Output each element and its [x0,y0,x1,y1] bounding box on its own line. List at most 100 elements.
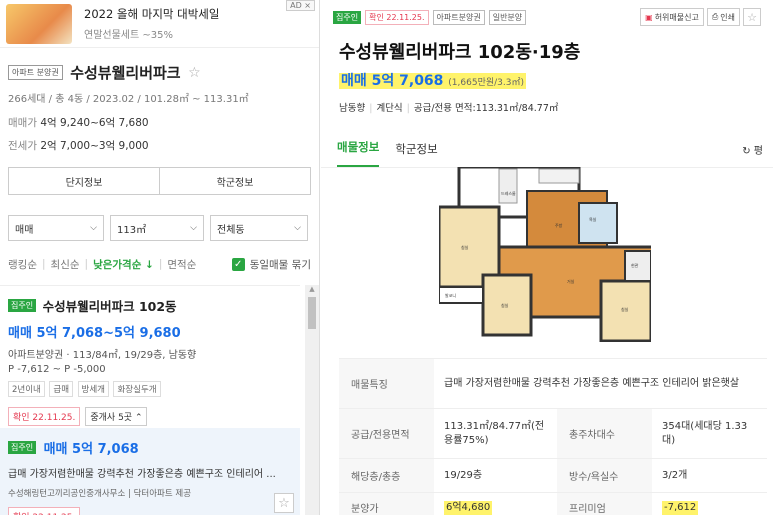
complex-info-button[interactable]: 단지정보 [9,168,159,194]
jeonse-price-range: 전세가 2억 7,000~3억 9,000 [8,138,311,153]
chip: 2년이내 [8,381,45,397]
sort-area[interactable]: 면적순 [167,257,196,272]
table-label: 공급/전용면적 [339,409,434,458]
agents-toggle-button[interactable]: 중개사 5곳 ⌃ [85,407,148,426]
chip: 화장실두개 [113,381,161,397]
room-label: 욕실 [589,216,597,222]
room-label: 발코니 [445,292,456,298]
favorite-star-icon[interactable]: ☆ [743,8,761,26]
listing-confirm-row: 확인 22.11.25. 중개사 5곳 ⌃ [8,407,292,426]
room-label: 침실 [461,244,469,250]
type-tag: 아파트분양권 [432,9,485,25]
listing-panel: 2022 올해 마지막 대박세일 연말선물세트 ~35% AD × 아파트 분양… [0,0,320,515]
scrollbar-thumb[interactable] [308,297,316,329]
table-row: 매물특징 급매 가장저렴한매물 강력추천 가장좋은층 예쁜구조 인테리어 밝은햇… [339,358,767,408]
school-info-button[interactable]: 학군정보 [159,168,310,194]
direction: 남동향 [339,103,366,114]
print-label: 인쇄 [720,12,735,22]
chip: 방세개 [77,381,109,397]
area-select[interactable]: 113㎡ ⌵ [110,215,204,241]
sale-price-value: 4억 9,240~6억 7,680 [40,117,149,129]
listing-item-selected[interactable]: 집주인 매매 5억 7,068 급매 가장저렴한매물 강력추천 가장좋은층 예쁜… [0,428,300,515]
area-info: 공급/전용 면적:113.31㎡/84.77㎡ [413,103,559,114]
divider: | [369,103,373,114]
unit-toggle-button[interactable]: ↻ 평 [742,142,763,157]
table-value: 급매 가장저렴한매물 강력추천 가장좋은층 예쁜구조 인테리어 밝은햇살 [444,377,740,389]
sort-latest[interactable]: 최신순 [51,257,80,272]
area-value: 113㎡ [117,224,147,236]
listing-description: 급매 가장저렴한매물 강력추천 가장좋은층 예쁜구조 인테리어 ... [8,469,276,480]
chip: 급매 [49,381,74,397]
table-row: 해당층/총층 19/29층 방수/욕실수 3/2개 [339,458,767,492]
siren-icon: ▣ [645,12,653,22]
listing-source: 수성해링턴고끼리공인중개사무소 | 닥터아파트 제공 [8,489,192,499]
detail-title: 수성뷰웰리버파크 102동·19층 [339,42,581,63]
room-label: 주방 [555,222,563,228]
detail-price: 매매 5억 7,068 (1,665만원/3.3㎡) [321,64,773,90]
report-button[interactable]: ▣ 허위매물신고 [640,8,704,26]
listing-title: 수성뷰웰리버파크 102동 [42,299,177,314]
favorite-star-icon[interactable]: ☆ [274,493,294,513]
tab-listing-info[interactable]: 매물정보 [337,139,380,167]
complex-buttons: 단지정보 학군정보 [8,167,311,195]
floor-plan-image[interactable]: 드레스룸 욕실 침실 주방 거실 발코니 침실 침실 현관 [439,167,651,342]
stair-type: 계단식 [376,103,403,114]
detail-actions: ▣ 허위매물신고 ⎙ 인쇄 ☆ [640,8,761,26]
trade-type-value: 매매 [15,224,34,236]
sort-low-price[interactable]: 낮은가격순 ↓ [93,257,154,272]
owner-badge: 집주인 [8,299,37,312]
checkbox-icon[interactable]: ✓ [231,257,245,271]
dong-value: 전체동 [217,224,245,236]
sale-price-range: 매매가 4억 9,240~6억 7,680 [8,115,311,130]
table-value: 19/29층 [444,469,483,481]
complex-summary: 아파트 분양권 수성뷰웰리버파크 ☆ 266세대 / 총 4동 / 2023.0… [0,48,319,153]
ad-subtitle[interactable]: 연말선물세트 ~35% [84,26,219,41]
room-label: 거실 [567,278,575,284]
listing-price: 매매 5억 7,068 [43,442,139,457]
scroll-up-icon[interactable]: ▲ [305,285,319,297]
room-label: 침실 [621,306,629,312]
detail-price-value: 매매 5억 7,068 [341,73,444,89]
tab-school-info[interactable]: 학군정보 [395,141,437,167]
ad-close-badge[interactable]: AD × [286,0,315,11]
divider: | [406,103,410,114]
type-tag: 일반분양 [488,9,527,25]
chevron-down-icon: ⌵ [294,223,301,233]
listing-info-table: 매물특징 급매 가장저렴한매물 강력추천 가장좋은층 예쁜구조 인테리어 밝은햇… [339,358,767,515]
listing-detail: 아파트분양권 · 113/84㎡, 19/29층, 남동향 [8,350,197,361]
complex-info: 266세대 / 총 4동 / 2023.02 / 101.28㎡ ~ 113.3… [8,94,249,105]
print-icon: ⎙ [711,12,719,21]
confirm-date-badge: 확인 22.11.25. [8,507,81,515]
group-listings-label: 동일매물 묶기 [249,258,311,271]
divider: | [41,258,46,270]
dong-select[interactable]: 전체동 ⌵ [210,215,308,241]
group-listings-toggle[interactable]: ✓ 동일매물 묶기 [231,257,311,272]
trade-type-select[interactable]: 매매 ⌵ [8,215,104,241]
chevron-down-icon: ⌵ [190,223,197,233]
confirm-date-badge: 확인 22.11.25. [8,407,81,426]
print-button[interactable]: ⎙ 인쇄 [706,8,740,26]
listing-item[interactable]: 집주인 수성뷰웰리버파크 102동 매매 5억 7,068~5억 9,680 아… [0,285,300,426]
table-value: 6억4,680 [434,493,557,515]
divider: | [158,258,163,270]
favorite-star-icon[interactable]: ☆ [188,65,201,81]
detail-price-highlight: 매매 5억 7,068 (1,665만원/3.3㎡) [339,73,526,89]
ad-title[interactable]: 2022 올해 마지막 대박세일 [84,6,219,22]
owner-badge: 집주인 [8,441,37,454]
room-label: 현관 [631,262,639,268]
table-label: 분양가 [339,493,434,515]
table-value: 354대(세대당 1.33대) [662,420,748,446]
filter-bar: 매매 ⌵ 113㎡ ⌵ 전체동 ⌵ [0,215,319,241]
table-row: 공급/전용면적 113.31㎡/84.77㎡(전용률75%) 총주차대수 354… [339,408,767,458]
sort-ranking[interactable]: 랭킹순 [8,257,37,272]
ad-image[interactable] [6,3,72,44]
room-label: 드레스룸 [501,190,516,196]
owner-badge: 집주인 [333,10,362,24]
presale-price: 6억4,680 [444,500,493,515]
ad-banner[interactable]: 2022 올해 마지막 대박세일 연말선물세트 ~35% AD × [0,0,319,48]
scrollbar[interactable]: ▲ [305,285,319,515]
listing-price: 매매 5억 7,068~5억 9,680 [8,326,181,341]
listing-chips: 2년이내 급매 방세개 화장실두개 [8,381,292,397]
complex-name: 수성뷰웰리버파크 [70,64,181,82]
jeonse-price-value: 2억 7,000~3억 9,000 [40,140,149,152]
